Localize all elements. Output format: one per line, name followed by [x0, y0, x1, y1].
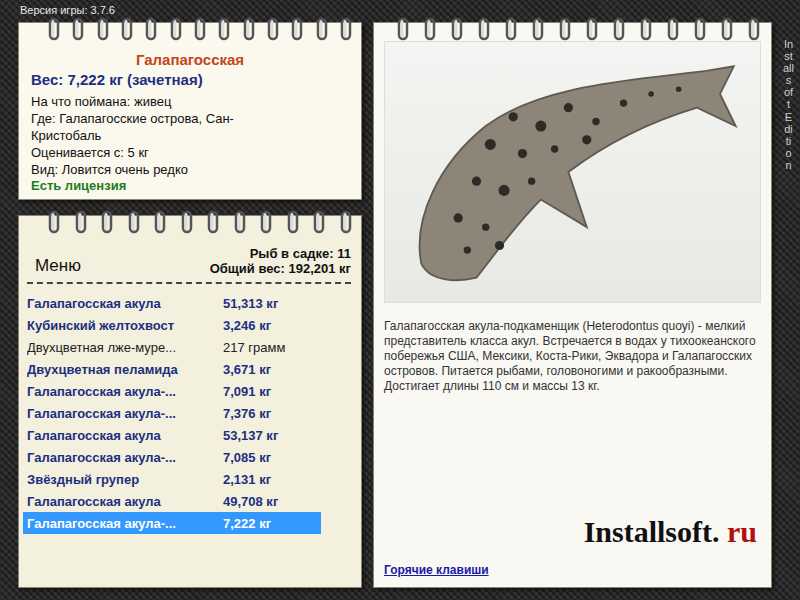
- ring-icon: [217, 17, 231, 41]
- ring-icon: [558, 17, 572, 41]
- installsoft-logo: Installsoft. ru: [584, 515, 761, 549]
- ring-icon: [531, 17, 545, 41]
- catch-row[interactable]: Кубинский желтохвост3,246 кг: [23, 314, 321, 336]
- ring-icon: [47, 210, 61, 234]
- ring-icon: [585, 17, 599, 41]
- ring-icon: [206, 210, 220, 234]
- ring-icon: [612, 17, 626, 41]
- ring-icon: [74, 210, 88, 234]
- ring-icon: [504, 17, 518, 41]
- ring-icon: [312, 210, 326, 234]
- ring-icon: [47, 17, 61, 41]
- ring-icon: [233, 210, 247, 234]
- ring-icon: [169, 17, 183, 41]
- edition-label: Installsoft Edition: [783, 38, 794, 588]
- ring-icon: [266, 17, 280, 41]
- game-screen: Версия игры: 3.7.6 Галапагосская Вес: 7,22…: [0, 0, 800, 600]
- catch-row[interactable]: Галапагосская акула-...7,085 кг: [23, 446, 321, 468]
- total-weight: Общий вес: 192,201 кг: [210, 261, 351, 276]
- ring-icon: [693, 17, 707, 41]
- fish-count: Рыб в садке: 11: [210, 246, 351, 261]
- fish-detail: На что поймана: живец: [31, 93, 281, 110]
- ring-icon: [747, 17, 761, 41]
- ring-icon: [666, 17, 680, 41]
- catch-row[interactable]: Галапагосская акула51,313 кг: [23, 292, 321, 314]
- shark-icon: [403, 52, 743, 292]
- fish-weight: Вес: 7,222 кг (зачетная): [31, 71, 349, 88]
- fish-description: Галапагосская акула-подкаменщик (Heterod…: [384, 319, 761, 394]
- ring-icon: [423, 17, 437, 41]
- catch-list: Галапагосская акула51,313 кгКубинский же…: [23, 292, 321, 534]
- catch-row[interactable]: Двухцветная лже-муре...217 грамм: [23, 336, 321, 358]
- ring-icon: [639, 17, 653, 41]
- ring-icon: [450, 17, 464, 41]
- ring-icon: [127, 210, 141, 234]
- ring-icon: [96, 17, 110, 41]
- catch-row[interactable]: Галапагосская акула49,708 кг: [23, 490, 321, 512]
- ring-icon: [339, 17, 353, 41]
- catch-row[interactable]: Галапагосская акула-...7,222 кг: [23, 512, 321, 534]
- ring-icon: [315, 17, 329, 41]
- ring-icon: [396, 17, 410, 41]
- fish-title: Галапагосская: [31, 51, 349, 68]
- ring-icon: [120, 17, 134, 41]
- ring-icon: [720, 17, 734, 41]
- ring-icon: [193, 17, 207, 41]
- hotkeys-link[interactable]: Горячие клавиши: [384, 563, 761, 577]
- catch-menu: Меню Рыб в садке: 11Общий вес: 192,201 кг…: [18, 215, 362, 588]
- ring-icon: [153, 210, 167, 234]
- catch-row[interactable]: Галапагосская акула-...7,376 кг: [23, 402, 321, 424]
- license-status: Есть лицензия: [31, 178, 349, 193]
- fish-detail: Вид: Ловится очень редко: [31, 161, 281, 178]
- catch-row[interactable]: Звёздный групер2,131 кг: [23, 468, 321, 490]
- menu-title: Меню: [35, 256, 81, 276]
- ring-icon: [259, 210, 273, 234]
- ring-icon: [339, 210, 353, 234]
- catch-row[interactable]: Галапагосская акула53,137 кг: [23, 424, 321, 446]
- catch-row[interactable]: Двухцветная пеламида3,671 кг: [23, 358, 321, 380]
- ring-icon: [242, 17, 256, 41]
- ring-icon: [144, 17, 158, 41]
- ring-icon: [286, 210, 300, 234]
- fish-card: Галапагосская Вес: 7,222 кг (зачетная) На …: [18, 22, 362, 200]
- ring-icon: [71, 17, 85, 41]
- ring-icon: [477, 17, 491, 41]
- fish-detail: Оценивается с: 5 кг: [31, 144, 281, 161]
- fish-info-panel: Галапагосская акула-подкаменщик (Heterod…: [373, 22, 772, 588]
- ring-icon: [180, 210, 194, 234]
- fish-detail: Где: Галапагосские острова, Сан-Кристоба…: [31, 110, 281, 144]
- ring-icon: [290, 17, 304, 41]
- ring-icon: [100, 210, 114, 234]
- version-label: Версия игры: 3.7.6: [0, 0, 800, 18]
- fish-photo: [384, 41, 761, 303]
- catch-row[interactable]: Галапагосская акула-...7,091 кг: [23, 380, 321, 402]
